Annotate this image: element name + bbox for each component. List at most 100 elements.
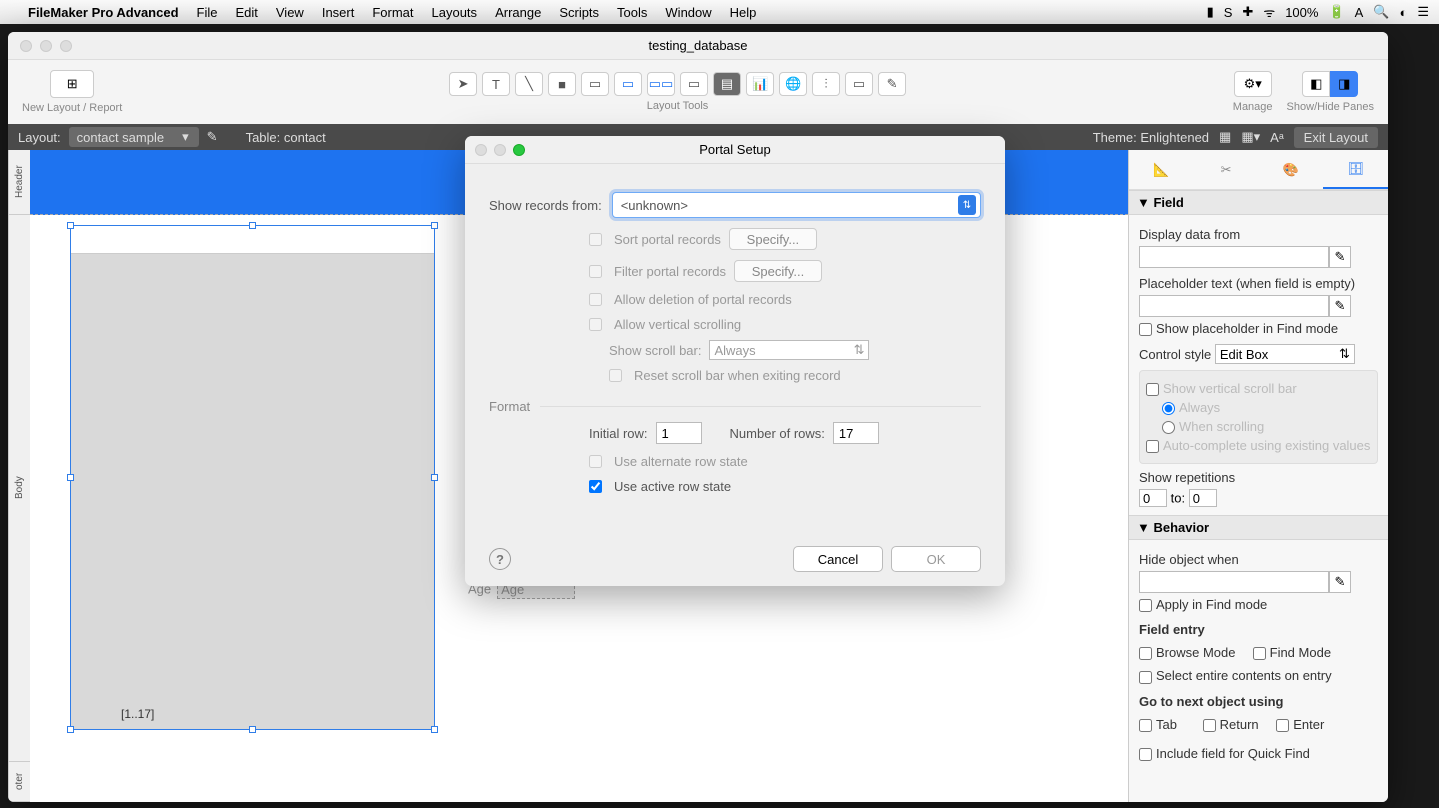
show-vscroll-check[interactable]: Show vertical scroll bar bbox=[1146, 381, 1371, 396]
resize-handle[interactable] bbox=[249, 222, 256, 229]
status-icon[interactable]: ✚ bbox=[1242, 4, 1253, 20]
portal-tool[interactable]: ▤ bbox=[713, 72, 741, 96]
edit-placeholder-button[interactable]: ✎ bbox=[1329, 295, 1351, 317]
close-button[interactable] bbox=[20, 40, 32, 52]
inspector-tab-data[interactable]: 🗄 bbox=[1323, 150, 1388, 189]
grid-icon[interactable]: ▦▾ bbox=[1241, 129, 1260, 145]
allow-scroll-check[interactable] bbox=[589, 318, 602, 331]
filter-check[interactable] bbox=[589, 265, 602, 278]
section-behavior[interactable]: ▼ Behavior bbox=[1129, 515, 1388, 540]
format-painter-tool[interactable]: ⫶ bbox=[812, 72, 840, 96]
zoom-button[interactable] bbox=[60, 40, 72, 52]
resize-handle[interactable] bbox=[67, 726, 74, 733]
help-button[interactable]: ? bbox=[489, 548, 511, 570]
menu-format[interactable]: Format bbox=[372, 5, 413, 20]
menu-layouts[interactable]: Layouts bbox=[432, 5, 478, 20]
line-tool[interactable]: ╲ bbox=[515, 72, 543, 96]
resize-handle[interactable] bbox=[431, 222, 438, 229]
manage-button[interactable]: ⚙︎▾ bbox=[1234, 71, 1272, 97]
dialog-zoom[interactable] bbox=[513, 144, 525, 156]
part-body[interactable]: Body bbox=[9, 215, 30, 762]
control-style-select[interactable]: Edit Box⇅ bbox=[1215, 344, 1355, 364]
minimize-button[interactable] bbox=[40, 40, 52, 52]
show-placeholder-check[interactable]: Show placeholder in Find mode bbox=[1139, 321, 1378, 336]
sort-check[interactable] bbox=[589, 233, 602, 246]
sort-specify-button[interactable]: Specify... bbox=[729, 228, 817, 250]
pointer-tool[interactable]: ➤ bbox=[449, 72, 477, 96]
theme-icon[interactable]: ▦ bbox=[1219, 129, 1231, 145]
menu-view[interactable]: View bbox=[276, 5, 304, 20]
exit-layout-button[interactable]: Exit Layout bbox=[1294, 127, 1378, 148]
reset-scroll-check[interactable] bbox=[609, 369, 622, 382]
part-header[interactable]: Header bbox=[9, 150, 30, 215]
active-state-check[interactable] bbox=[589, 480, 602, 493]
display-from-input[interactable] bbox=[1139, 246, 1329, 268]
show-records-select[interactable]: <unknown>⇅ bbox=[612, 192, 981, 218]
section-field[interactable]: ▼ Field bbox=[1129, 190, 1388, 215]
resize-handle[interactable] bbox=[67, 474, 74, 481]
new-layout-button[interactable]: ⊞ bbox=[50, 70, 94, 98]
resize-handle[interactable] bbox=[249, 726, 256, 733]
menu-tools[interactable]: Tools bbox=[617, 5, 647, 20]
chart-tool[interactable]: 📊 bbox=[746, 72, 774, 96]
vscroll-when-radio[interactable]: When scrolling bbox=[1162, 419, 1371, 434]
popover-tool[interactable]: ▭ bbox=[845, 72, 873, 96]
filter-specify-button[interactable]: Specify... bbox=[734, 260, 822, 282]
hide-when-input[interactable] bbox=[1139, 571, 1329, 593]
menu-edit[interactable]: Edit bbox=[235, 5, 257, 20]
resize-handle[interactable] bbox=[431, 474, 438, 481]
enter-check[interactable]: Enter bbox=[1276, 717, 1324, 732]
part-footer[interactable]: oter bbox=[9, 762, 30, 802]
text-tool[interactable]: T bbox=[482, 72, 510, 96]
status-icon[interactable]: A bbox=[1355, 5, 1364, 20]
menu-help[interactable]: Help bbox=[730, 5, 757, 20]
text-icon[interactable]: Aᵃ bbox=[1270, 130, 1284, 145]
picker-tool[interactable]: ✎ bbox=[878, 72, 906, 96]
app-name[interactable]: FileMaker Pro Advanced bbox=[28, 5, 179, 20]
menu-window[interactable]: Window bbox=[665, 5, 711, 20]
status-icon[interactable]: ◐ bbox=[1399, 5, 1407, 20]
initial-row-input[interactable] bbox=[656, 422, 702, 444]
status-icon[interactable]: S bbox=[1224, 5, 1233, 20]
layout-selector[interactable]: contact sample▾ bbox=[69, 127, 199, 147]
browse-mode-check[interactable]: Browse Mode bbox=[1139, 645, 1249, 660]
wifi-icon[interactable]: ᯤ bbox=[1263, 3, 1275, 21]
resize-handle[interactable] bbox=[67, 222, 74, 229]
select-contents-check[interactable]: Select entire contents on entry bbox=[1139, 668, 1378, 683]
rect-tool[interactable]: ■ bbox=[548, 72, 576, 96]
portal-object[interactable]: [1..17] bbox=[70, 225, 435, 730]
rep-from-input[interactable] bbox=[1139, 489, 1167, 507]
return-check[interactable]: Return bbox=[1203, 717, 1273, 732]
menu-scripts[interactable]: Scripts bbox=[559, 5, 599, 20]
webviewer-tool[interactable]: 🌐 bbox=[779, 72, 807, 96]
field-tool[interactable]: ▭ bbox=[581, 72, 609, 96]
scroll-bar-select[interactable]: Always⇅ bbox=[709, 340, 869, 360]
ok-button[interactable]: OK bbox=[891, 546, 981, 572]
right-pane-toggle[interactable]: ◨ bbox=[1330, 71, 1358, 97]
placeholder-input[interactable] bbox=[1139, 295, 1329, 317]
inspector-tab-appearance[interactable]: 🎨 bbox=[1259, 150, 1324, 189]
rep-to-input[interactable] bbox=[1189, 489, 1217, 507]
tab-tool[interactable]: ▭ bbox=[680, 72, 708, 96]
edit-hide-button[interactable]: ✎ bbox=[1329, 571, 1351, 593]
menu-insert[interactable]: Insert bbox=[322, 5, 355, 20]
inspector-tab-styles[interactable]: ✂ bbox=[1194, 150, 1259, 189]
status-icon[interactable]: ▮ bbox=[1207, 4, 1214, 20]
edit-display-button[interactable]: ✎ bbox=[1329, 246, 1351, 268]
tab-check[interactable]: Tab bbox=[1139, 717, 1199, 732]
cancel-button[interactable]: Cancel bbox=[793, 546, 883, 572]
menu-arrange[interactable]: Arrange bbox=[495, 5, 541, 20]
inspector-tab-position[interactable]: 📐 bbox=[1129, 150, 1194, 189]
allow-delete-check[interactable] bbox=[589, 293, 602, 306]
apply-find-check[interactable]: Apply in Find mode bbox=[1139, 597, 1378, 612]
quick-find-check[interactable]: Include field for Quick Find bbox=[1139, 746, 1378, 761]
alt-state-check[interactable] bbox=[589, 455, 602, 468]
vscroll-always-radio[interactable]: Always bbox=[1162, 400, 1371, 415]
find-mode-check[interactable]: Find Mode bbox=[1253, 645, 1331, 660]
num-rows-input[interactable] bbox=[833, 422, 879, 444]
dialog-minimize[interactable] bbox=[494, 144, 506, 156]
buttonbar-tool[interactable]: ▭▭ bbox=[647, 72, 675, 96]
edit-icon[interactable]: ✎ bbox=[207, 129, 218, 145]
spotlight-icon[interactable]: 🔍 bbox=[1373, 4, 1389, 20]
dialog-close[interactable] bbox=[475, 144, 487, 156]
